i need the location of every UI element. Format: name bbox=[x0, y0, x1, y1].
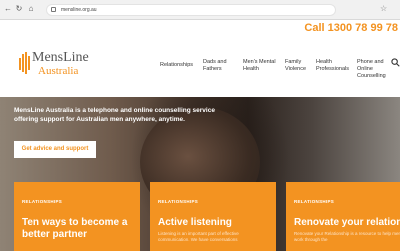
card-description: Listening is an important part of effect… bbox=[158, 231, 239, 242]
card-title: Active listening bbox=[158, 217, 232, 228]
nav-mens-mental-health[interactable]: Men's Mental Health bbox=[243, 59, 281, 73]
card-title: Ten ways to become a better partner bbox=[22, 217, 128, 240]
call-number[interactable]: Call 1300 78 99 78 bbox=[304, 22, 398, 34]
get-advice-button[interactable]: Get advice and support bbox=[14, 141, 96, 158]
bookmark-star-icon[interactable]: ☆ bbox=[380, 4, 387, 14]
hero-text: MensLine Australia is a telephone and on… bbox=[14, 107, 215, 123]
logo-text-australia: Australia bbox=[38, 65, 79, 77]
card-category: RELATIONSHIPS bbox=[294, 199, 335, 204]
nav-dads-and-fathers[interactable]: Dads and Fathers bbox=[203, 59, 235, 73]
card-description: Renovate your Relationship is a resource… bbox=[294, 231, 400, 242]
article-card-renovate[interactable]: RELATIONSHIPS Renovate your relationship… bbox=[286, 182, 400, 251]
article-card-ten-ways[interactable]: RELATIONSHIPS Ten ways to become a bette… bbox=[14, 182, 140, 251]
browser-toolbar: ← ↻ ⌂ mensline.org.au ☆ bbox=[0, 0, 400, 20]
lock-icon bbox=[51, 7, 56, 12]
nav-phone-online-counselling[interactable]: Phone and Online Counselling bbox=[357, 59, 387, 80]
mensline-logo[interactable]: MensLine Australia bbox=[19, 50, 99, 90]
home-icon[interactable]: ⌂ bbox=[26, 4, 36, 14]
article-card-active-listening[interactable]: RELATIONSHIPS Active listening Listening… bbox=[150, 182, 276, 251]
card-category: RELATIONSHIPS bbox=[158, 199, 199, 204]
back-icon[interactable]: ← bbox=[3, 4, 13, 14]
logo-mark-icon bbox=[19, 52, 30, 74]
nav-health-professionals[interactable]: Health Professionals bbox=[316, 59, 352, 73]
card-title: Renovate your relationship bbox=[294, 217, 400, 228]
nav-family-violence[interactable]: Family Violence bbox=[285, 59, 311, 73]
address-bar[interactable]: mensline.org.au bbox=[46, 4, 336, 16]
search-icon[interactable] bbox=[391, 58, 400, 67]
reload-icon[interactable]: ↻ bbox=[14, 4, 24, 14]
address-url: mensline.org.au bbox=[61, 7, 97, 13]
logo-text-mensline: MensLine bbox=[32, 50, 89, 65]
nav-relationships[interactable]: Relationships bbox=[160, 62, 200, 69]
card-category: RELATIONSHIPS bbox=[22, 199, 63, 204]
